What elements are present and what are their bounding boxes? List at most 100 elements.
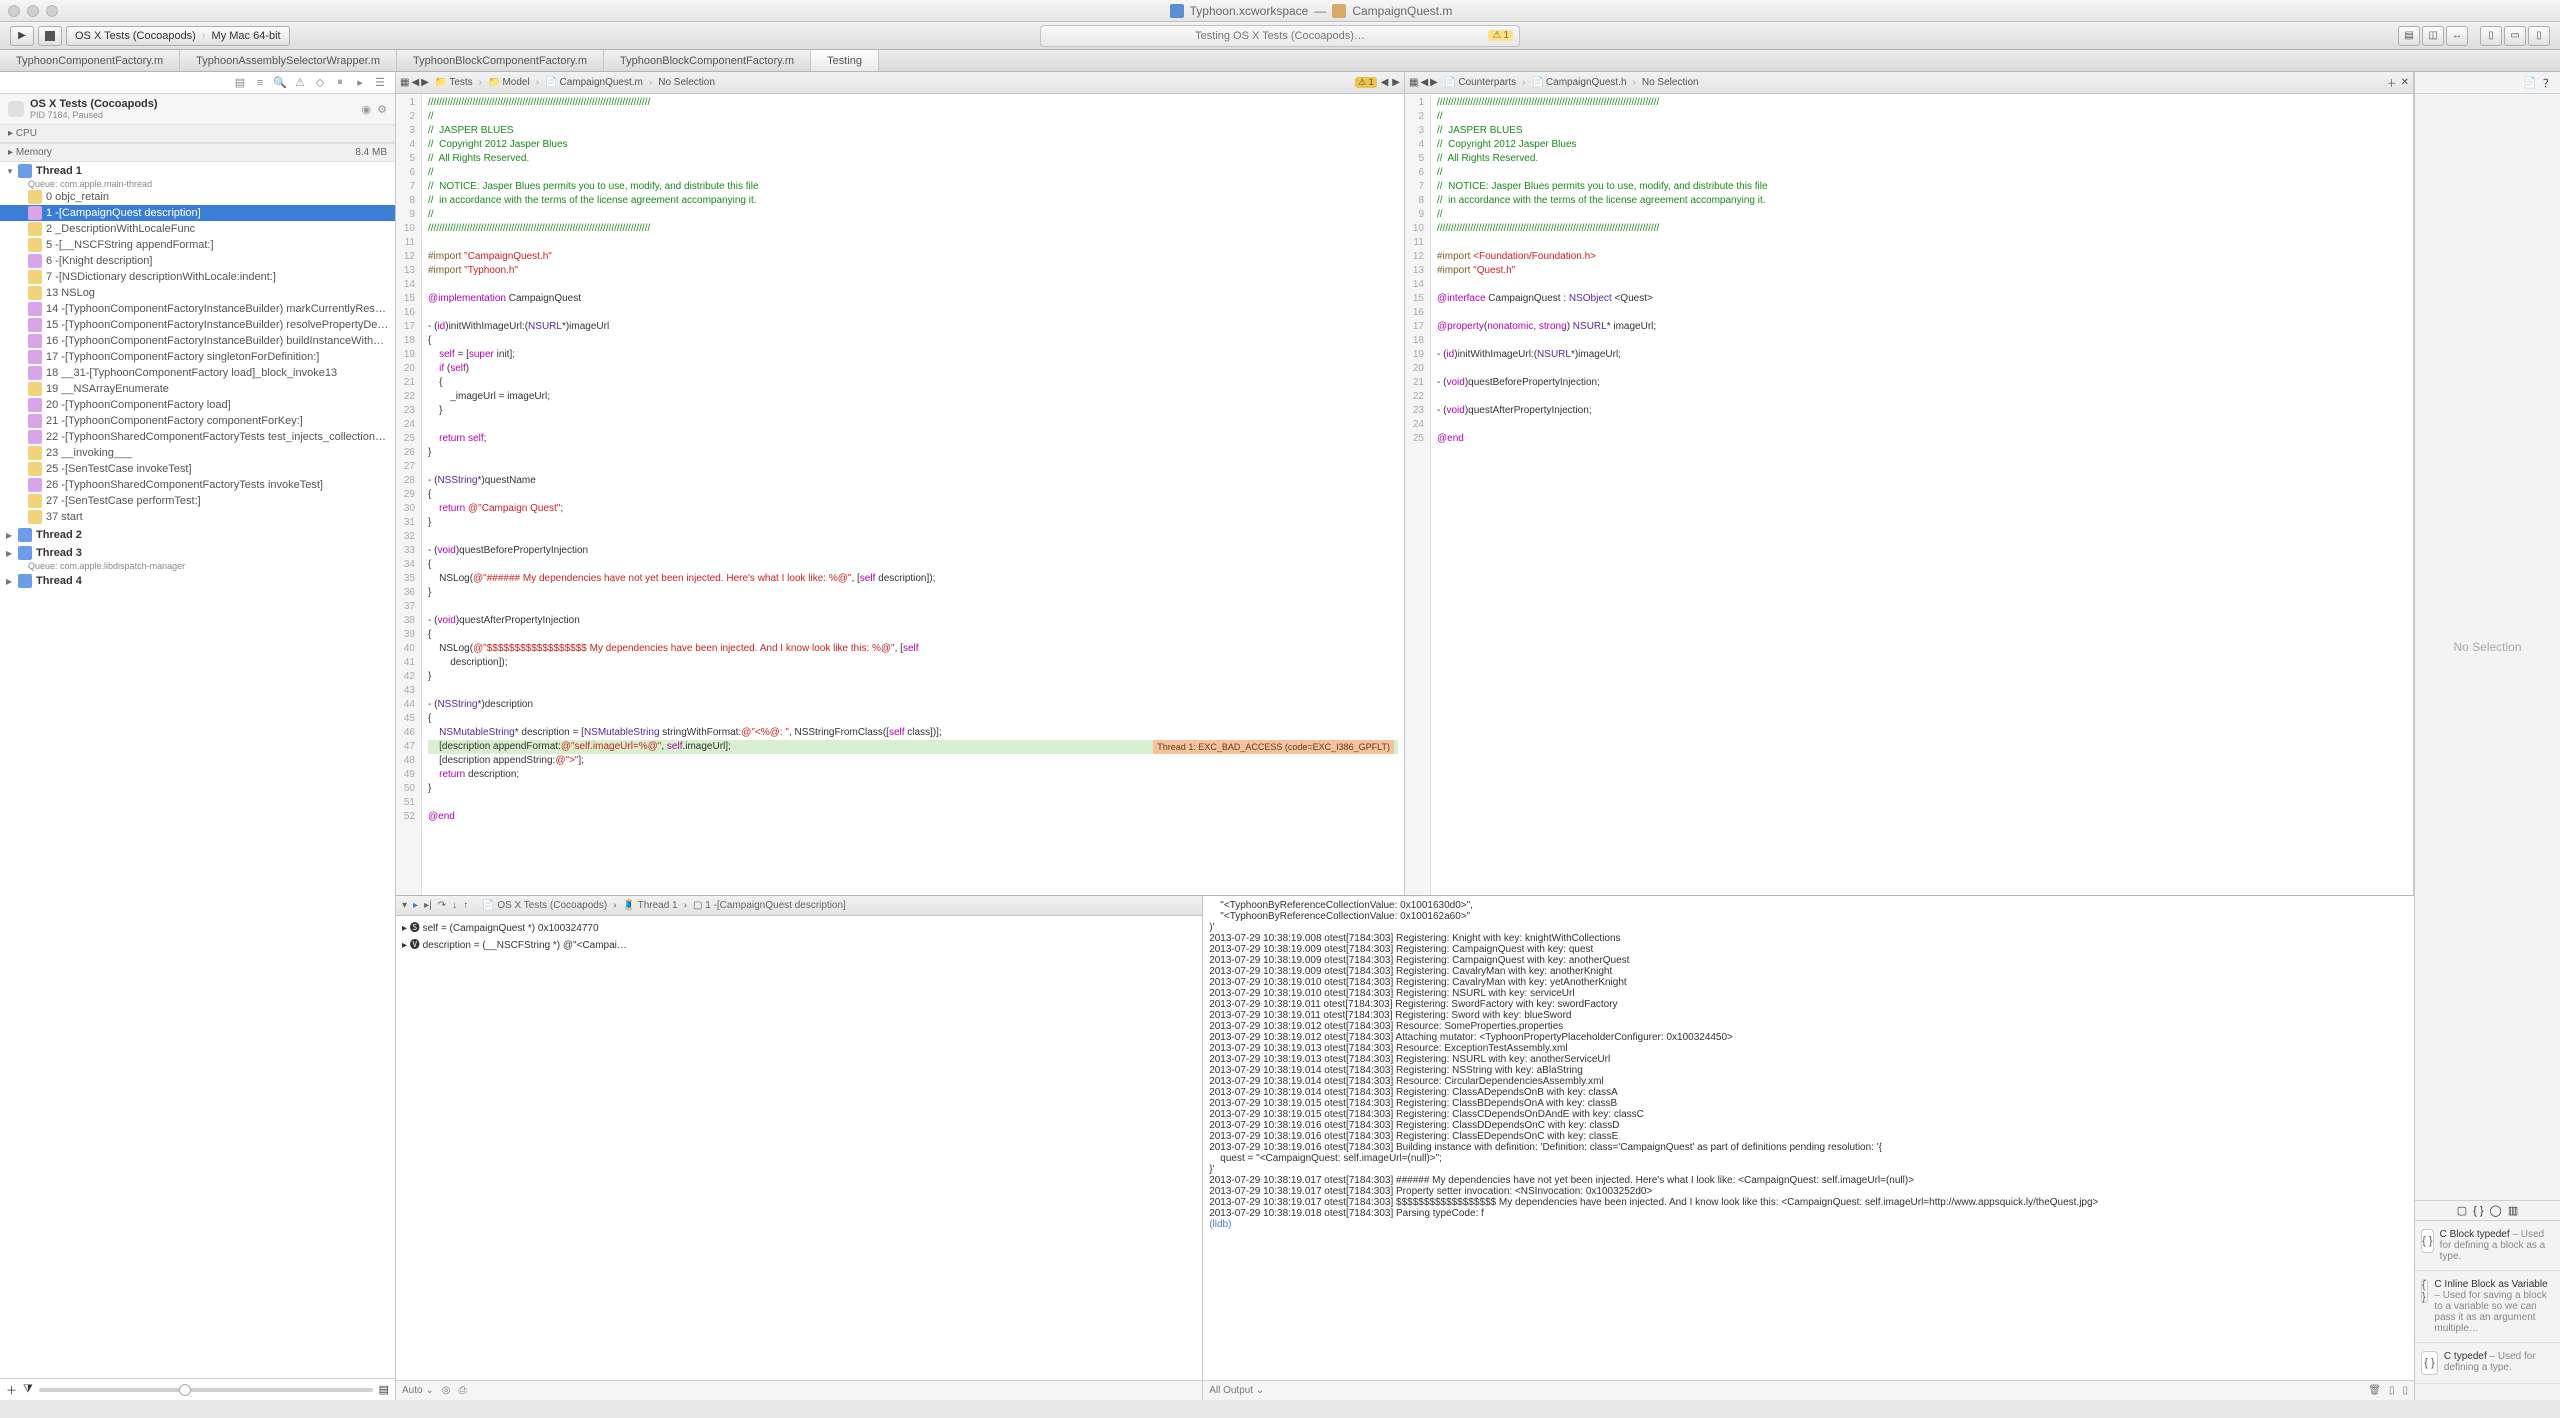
continue-icon[interactable]: ▸| — [424, 900, 432, 911]
hide-debug-icon[interactable]: ▾ — [402, 900, 407, 911]
tab-3[interactable]: TyphoonBlockComponentFactory.m — [604, 50, 811, 71]
stack-frame[interactable]: 13 NSLog — [0, 285, 395, 301]
stack-frame[interactable]: 25 -[SenTestCase invokeTest] — [0, 461, 395, 477]
thread-header[interactable]: ▶Thread 2 — [0, 527, 395, 543]
snippet-item[interactable]: { }C Inline Block as Variable – Used for… — [2415, 1271, 2560, 1343]
thread-header[interactable]: ▶Thread 4 — [0, 573, 395, 589]
stack-frame[interactable]: 19 __NSArrayEnumerate — [0, 381, 395, 397]
related-items-icon[interactable]: ▦ — [1409, 77, 1418, 88]
add-icon[interactable]: ＋ — [6, 1382, 17, 1398]
search-icon[interactable]: 🔍 — [273, 76, 287, 90]
print-icon[interactable]: ⎙ — [458, 1385, 466, 1396]
scheme-selector[interactable]: OS X Tests (Cocoapods)› My Mac 64-bit — [66, 26, 290, 46]
step-over-icon[interactable]: ↷ — [438, 900, 446, 911]
stack-frame[interactable]: 0 objc_retain — [0, 189, 395, 205]
stack-frame[interactable]: 17 -[TyphoonComponentFactory singletonFo… — [0, 349, 395, 365]
stack-frame[interactable]: 18 __31-[TyphoonComponentFactory load]_b… — [0, 365, 395, 381]
stack-frame[interactable]: 22 -[TyphoonSharedComponentFactoryTests … — [0, 429, 395, 445]
run-button[interactable]: ▶ — [10, 26, 34, 46]
stack-frame[interactable]: 20 -[TyphoonComponentFactory load] — [0, 397, 395, 413]
stack-frame[interactable]: 37 start — [0, 509, 395, 525]
stack-frame[interactable]: 26 -[TyphoonSharedComponentFactoryTests … — [0, 477, 395, 493]
jump-bar-right[interactable]: ▦ ◀▶ 📄 Counterparts› 📄 CampaignQuest.h› … — [1405, 72, 2413, 94]
standard-editor-button[interactable]: ▤ — [2398, 26, 2420, 46]
step-in-icon[interactable]: ↓ — [452, 900, 457, 911]
variables-view[interactable]: ▸ 🅢 self = (CampaignQuest *) 0x100324770… — [396, 916, 1202, 1380]
thread-header[interactable]: ▶Thread 3 — [0, 545, 395, 561]
minimize-icon[interactable] — [27, 5, 39, 17]
tab-0[interactable]: TyphoonComponentFactory.m — [0, 50, 180, 71]
stack-frame[interactable]: 5 -[__NSCFString appendFormat:] — [0, 237, 395, 253]
zoom-icon[interactable] — [46, 5, 58, 17]
stack-frame[interactable]: 1 -[CampaignQuest description] — [0, 205, 395, 221]
issue-icon[interactable]: ⚠ — [293, 76, 307, 90]
tab-2[interactable]: TyphoonBlockComponentFactory.m — [397, 50, 604, 71]
back-icon[interactable]: ◀ — [411, 77, 419, 88]
snippet-item[interactable]: { }C Block typedef – Used for defining a… — [2415, 1221, 2560, 1271]
source-editor-right[interactable]: 1234567891011121314151617181920212223242… — [1405, 94, 2413, 895]
tab-1[interactable]: TyphoonAssemblySelectorWrapper.m — [180, 50, 397, 71]
forward-icon[interactable]: ▶ — [1430, 77, 1438, 88]
stack-frame[interactable]: 2 _DescriptionWithLocaleFunc — [0, 221, 395, 237]
variables-filter[interactable]: Auto ⌄ — [402, 1385, 434, 1396]
next-issue-icon[interactable]: ▶ — [1392, 77, 1400, 88]
close-assistant-icon[interactable]: ✕ — [2401, 77, 2409, 88]
step-out-icon[interactable]: ↑ — [463, 900, 468, 911]
stack-frame[interactable]: 6 -[Knight description] — [0, 253, 395, 269]
navigator-selector[interactable]: ▤ ≡ 🔍 ⚠ ◇ ⏸ ▸ ☰ — [0, 72, 395, 94]
stack-frame[interactable]: 23 __invoking___ — [0, 445, 395, 461]
thread-header[interactable]: ▼Thread 1 — [0, 163, 395, 179]
detail-slider[interactable] — [39, 1388, 373, 1392]
forward-icon[interactable]: ▶ — [421, 77, 429, 88]
console-filter[interactable]: All Output ⌄ — [1209, 1385, 1264, 1396]
folder-icon[interactable]: ▤ — [233, 76, 247, 90]
memory-section[interactable]: ▸ Memory 8.4 MB — [0, 143, 395, 162]
variables-toggle-icon[interactable]: ▯ — [2389, 1385, 2395, 1396]
console-view[interactable]: "<TyphoonByReferenceCollectionValue: 0x1… — [1203, 896, 2414, 1380]
stop-button[interactable] — [38, 26, 62, 46]
toggle-utilities-button[interactable]: ▯ — [2528, 26, 2550, 46]
eye-icon[interactable]: ◉ — [362, 103, 372, 116]
stack-frame[interactable]: 16 -[TyphoonComponentFactoryInstanceBuil… — [0, 333, 395, 349]
object-icon[interactable]: ◯ — [2490, 1204, 2502, 1217]
stack-frame[interactable]: 15 -[TyphoonComponentFactoryInstanceBuil… — [0, 317, 395, 333]
code-snippet-icon[interactable]: { } — [2473, 1205, 2483, 1217]
cpu-section[interactable]: ▸ CPU — [0, 124, 395, 143]
tab-4[interactable]: Testing — [811, 50, 879, 71]
quicklook-icon[interactable]: ◎ — [442, 1385, 451, 1396]
breakpoint-icon[interactable]: ▸ — [353, 76, 367, 90]
collapse-icon[interactable]: ▤ — [379, 1383, 389, 1396]
filter-icon[interactable]: ⧩ — [23, 1383, 33, 1396]
warning-count-badge[interactable]: ⚠ 1 — [1355, 77, 1377, 88]
breakpoints-icon[interactable]: ▸ — [413, 900, 418, 911]
jump-bar-left[interactable]: ▦ ◀▶ 📁 Tests› 📁 Model› 📄 CampaignQuest.m… — [396, 72, 1404, 94]
stack-frame[interactable]: 14 -[TyphoonComponentFactoryInstanceBuil… — [0, 301, 395, 317]
console-toggle-icon[interactable]: ▯ — [2402, 1385, 2408, 1396]
help-inspector-icon[interactable]: ？ — [2543, 75, 2554, 91]
traffic-lights[interactable] — [8, 5, 58, 17]
related-items-icon[interactable]: ▦ — [400, 77, 409, 88]
test-icon[interactable]: ◇ — [313, 76, 327, 90]
toggle-debug-button[interactable]: ▭ — [2504, 26, 2526, 46]
debug-icon[interactable]: ⏸ — [333, 76, 347, 90]
warning-badge[interactable]: ⚠ 1 — [1488, 30, 1513, 41]
assistant-editor-button[interactable]: ◫ — [2422, 26, 2444, 46]
prev-issue-icon[interactable]: ◀ — [1381, 77, 1389, 88]
source-editor-left[interactable]: 1234567891011121314151617181920212223242… — [396, 94, 1404, 895]
version-editor-button[interactable]: ↔ — [2446, 26, 2468, 46]
gear-icon[interactable]: ⚙ — [377, 103, 387, 116]
log-icon[interactable]: ☰ — [373, 76, 387, 90]
add-assistant-icon[interactable]: ＋ — [2387, 75, 2397, 90]
stack-frame[interactable]: 21 -[TyphoonComponentFactory componentFo… — [0, 413, 395, 429]
clear-console-icon[interactable]: 🗑 — [2368, 1385, 2381, 1396]
symbol-icon[interactable]: ≡ — [253, 76, 267, 90]
snippet-item[interactable]: { }C typedef – Used for defining a type. — [2415, 1343, 2560, 1384]
back-icon[interactable]: ◀ — [1420, 77, 1428, 88]
stack-frame[interactable]: 7 -[NSDictionary descriptionWithLocale:i… — [0, 269, 395, 285]
close-icon[interactable] — [8, 5, 20, 17]
media-icon[interactable]: ▥ — [2508, 1204, 2518, 1217]
toggle-navigator-button[interactable]: ▯ — [2480, 26, 2502, 46]
stack-frame[interactable]: 27 -[SenTestCase performTest:] — [0, 493, 395, 509]
file-template-icon[interactable]: ▢ — [2457, 1204, 2467, 1217]
file-inspector-icon[interactable]: 📄 — [2523, 76, 2537, 89]
